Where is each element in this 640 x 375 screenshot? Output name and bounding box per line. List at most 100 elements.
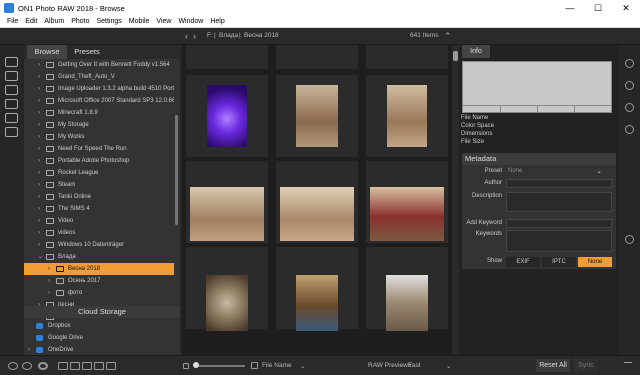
chevron-down-icon[interactable]: ⌄	[38, 251, 44, 263]
chevron-right-icon[interactable]: ›	[38, 59, 44, 71]
grid-scrollbar[interactable]	[452, 45, 459, 355]
sync-button[interactable]: Sync	[574, 359, 598, 372]
tab-info[interactable]: Info	[462, 45, 490, 58]
minimize-button[interactable]: —	[556, 0, 584, 16]
menu-album[interactable]: Album	[44, 18, 64, 25]
album-icon[interactable]	[5, 113, 18, 123]
photo-thumbnail[interactable]	[387, 85, 427, 147]
folder-row[interactable]: › Microsoft Office 2007 Standard SP3 12.0…	[24, 95, 174, 107]
breadcrumb-current[interactable]: Весна 2018	[244, 32, 279, 39]
detail-view-icon[interactable]	[94, 362, 104, 370]
chevron-right-icon[interactable]: ›	[38, 71, 44, 83]
show-iptc-button[interactable]: IPTC	[542, 257, 576, 267]
chevron-right-icon[interactable]: ›	[48, 287, 54, 299]
camera-icon[interactable]	[5, 71, 18, 81]
raw-previews-value[interactable]: Fast	[408, 362, 421, 369]
grid-cell[interactable]	[186, 161, 268, 243]
portrait-icon[interactable]	[625, 103, 634, 112]
nav-up-icon[interactable]: ⌃	[444, 31, 452, 42]
menu-file[interactable]: File	[7, 18, 18, 25]
photo-thumbnail[interactable]	[206, 275, 248, 331]
effects-icon[interactable]	[625, 81, 634, 90]
folder-row[interactable]: › Steam	[24, 179, 174, 191]
photo-thumbnail[interactable]	[190, 187, 264, 241]
chevron-right-icon[interactable]: ›	[38, 239, 44, 251]
menu-help[interactable]: Help	[210, 18, 224, 25]
grid-cell[interactable]	[366, 247, 448, 331]
cloud-icon[interactable]	[5, 127, 18, 137]
tab-presets[interactable]: Presets	[67, 45, 107, 59]
cloud-storage-header[interactable]: Cloud Storage	[24, 306, 180, 318]
grid-cell[interactable]	[186, 247, 268, 331]
chevron-right-icon[interactable]: ›	[38, 191, 44, 203]
chevron-right-icon[interactable]: ›	[48, 275, 54, 287]
folder-row[interactable]: › Need For Speed The Run	[24, 143, 174, 155]
chevron-right-icon[interactable]: ›	[38, 179, 44, 191]
photo-thumbnail[interactable]	[370, 187, 444, 241]
metadata-header[interactable]: Metadata	[462, 153, 616, 165]
grid-cell[interactable]	[276, 161, 358, 243]
menu-mobile[interactable]: Mobile	[129, 18, 150, 25]
folder-row[interactable]: › My Works	[24, 131, 174, 143]
slider-knob[interactable]	[193, 362, 199, 368]
grid-cell[interactable]	[276, 45, 358, 69]
grid-cell[interactable]	[366, 45, 448, 69]
folder-row[interactable]: › Осень 2017	[24, 275, 174, 287]
menu-view[interactable]: View	[156, 18, 171, 25]
folder-row[interactable]: › Image Uploader 1.3.2 alpha build 4510 P…	[24, 83, 174, 95]
grid-cell[interactable]	[186, 75, 268, 157]
folder-row[interactable]: › Minecraft 1.8.9	[24, 107, 174, 119]
chevron-right-icon[interactable]: ›	[38, 155, 44, 167]
help-icon[interactable]	[8, 362, 18, 370]
keywords-field[interactable]	[506, 230, 612, 252]
gear-icon[interactable]	[38, 362, 48, 370]
thumbnail-size-slider[interactable]	[193, 362, 245, 368]
description-field[interactable]	[506, 192, 612, 212]
export-icon[interactable]	[625, 235, 634, 244]
grid-cell[interactable]	[276, 75, 358, 157]
browse-module-icon[interactable]	[5, 57, 18, 67]
chevron-right-icon[interactable]: ›	[38, 143, 44, 155]
show-exif-button[interactable]: EXIF	[506, 257, 540, 267]
chevron-right-icon[interactable]: ›	[38, 83, 44, 95]
folder-row[interactable]: ⌄ Влада	[24, 251, 174, 263]
breadcrumb-root[interactable]: F:	[207, 32, 213, 39]
sort-by-value[interactable]: File Name	[262, 362, 292, 369]
show-none-button[interactable]: None	[578, 257, 612, 267]
chevron-right-icon[interactable]: ›	[38, 119, 44, 131]
folder-row[interactable]: › Grand_Theft_Auto_V	[24, 71, 174, 83]
photo-thumbnail[interactable]	[207, 85, 247, 147]
chevron-right-icon[interactable]: ›	[38, 131, 44, 143]
grid-cell[interactable]	[186, 45, 268, 69]
forward-arrow-icon[interactable]: ›	[193, 31, 196, 41]
folder-row[interactable]: › Portable Adobe Photoshop	[24, 155, 174, 167]
folder-row[interactable]: › Video	[24, 215, 174, 227]
local-adjust-icon[interactable]	[625, 125, 634, 134]
sort-dropdown-chevron-icon[interactable]: ⌄	[300, 362, 305, 370]
chevron-right-icon[interactable]: ›	[48, 263, 54, 275]
compare-view-icon[interactable]	[106, 362, 116, 370]
grid-cell[interactable]	[366, 161, 448, 243]
folder-row[interactable]: › фото	[24, 287, 174, 299]
raw-previews-chevron-icon[interactable]: ⌄	[446, 362, 451, 370]
photo-thumbnail[interactable]	[296, 85, 338, 147]
photo-thumbnail[interactable]	[296, 275, 338, 331]
chevron-right-icon[interactable]: ›	[38, 215, 44, 227]
preset-dropdown[interactable]: None ⌄	[506, 167, 612, 176]
reset-all-button[interactable]: Reset All	[536, 359, 570, 372]
chevron-right-icon[interactable]: ›	[38, 203, 44, 215]
folder-row[interactable]: › Tanki Online	[24, 191, 174, 203]
folder-row[interactable]: › My Storage	[24, 119, 174, 131]
back-arrow-icon[interactable]: ‹	[185, 31, 188, 41]
menu-edit[interactable]: Edit	[25, 18, 37, 25]
folder-scrollbar[interactable]	[175, 115, 178, 225]
chevron-right-icon[interactable]: ›	[38, 227, 44, 239]
cloud-storage-item[interactable]: Google Drive	[24, 332, 180, 344]
menu-window[interactable]: Window	[178, 18, 203, 25]
folder-row[interactable]: › Весна 2018	[24, 263, 174, 275]
menu-settings[interactable]: Settings	[96, 18, 121, 25]
folder-row[interactable]: › The SIMS 4	[24, 203, 174, 215]
chevron-right-icon[interactable]: ›	[38, 95, 44, 107]
chevron-right-icon[interactable]: ›	[38, 167, 44, 179]
folder-row[interactable]: › videos	[24, 227, 174, 239]
